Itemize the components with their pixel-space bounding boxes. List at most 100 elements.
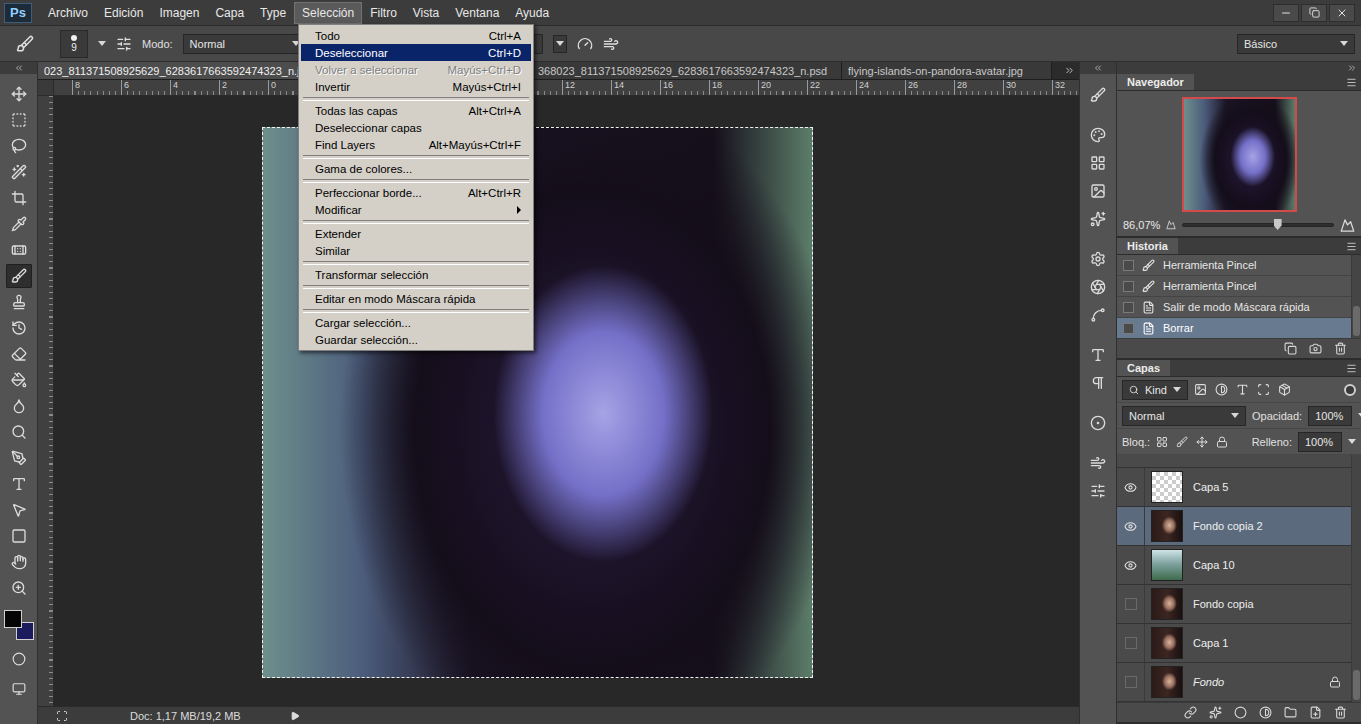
healing-brush-icon[interactable] xyxy=(11,242,27,258)
close-button[interactable] xyxy=(1329,4,1355,22)
dock-button[interactable] xyxy=(1085,150,1111,176)
panel-tab[interactable]: Navegador xyxy=(1117,74,1194,90)
menu-title[interactable]: Edición xyxy=(96,2,151,24)
dock-button[interactable] xyxy=(1085,370,1111,396)
pressure-opacity-icon[interactable] xyxy=(577,36,593,52)
snapshot-icon[interactable] xyxy=(1309,342,1322,355)
adjustments-icon[interactable] xyxy=(1090,251,1106,267)
effects-icon[interactable] xyxy=(1090,211,1106,227)
hidden-box[interactable] xyxy=(1125,637,1137,649)
screen-mode-button[interactable] xyxy=(6,678,32,700)
menu-item[interactable]: Extender xyxy=(301,225,531,242)
eye-icon[interactable] xyxy=(1124,559,1137,572)
eye-icon[interactable] xyxy=(1124,481,1137,494)
lock-position-icon[interactable] xyxy=(1196,436,1208,448)
menu-item[interactable]: InvertirMayús+Ctrl+I xyxy=(301,78,531,95)
eyedropper-icon[interactable] xyxy=(11,216,27,232)
visibility-toggle[interactable] xyxy=(1117,663,1145,701)
tool-button[interactable] xyxy=(6,264,32,288)
menu-item[interactable]: Transformar selección xyxy=(301,266,531,283)
status-arrow-icon[interactable] xyxy=(290,711,300,721)
brush-size-picker[interactable]: 9 xyxy=(60,30,88,58)
history-source-box[interactable] xyxy=(1123,302,1134,313)
pixel-filter-icon[interactable] xyxy=(1194,383,1207,396)
dock-button[interactable] xyxy=(1085,410,1111,436)
hidden-box[interactable] xyxy=(1125,598,1137,610)
menu-item[interactable]: Similar xyxy=(301,242,531,259)
zoom-in-icon[interactable] xyxy=(1340,218,1355,233)
document-tab[interactable]: flying-islands-on-pandora-avatar.jpg xyxy=(842,62,1052,79)
airbrush-icon[interactable] xyxy=(603,36,619,52)
tool-button[interactable] xyxy=(6,342,32,366)
tool-button[interactable] xyxy=(6,82,32,106)
channels-icon[interactable] xyxy=(1090,415,1106,431)
tool-button[interactable] xyxy=(6,160,32,184)
adjustment-icon[interactable] xyxy=(1259,706,1272,719)
dock-button[interactable] xyxy=(1085,342,1111,368)
menu-title[interactable]: Type xyxy=(252,2,294,24)
workspace-dropdown[interactable]: Básico xyxy=(1237,34,1355,54)
history-row[interactable]: Herramienta Pincel xyxy=(1117,276,1351,297)
tool-presets-icon[interactable] xyxy=(1090,455,1106,471)
menu-item[interactable]: Cargar selección... xyxy=(301,314,531,331)
menu-title[interactable]: Ventana xyxy=(447,2,507,24)
hidden-box[interactable] xyxy=(1125,676,1137,688)
dock-button[interactable] xyxy=(1085,478,1111,504)
properties-icon[interactable] xyxy=(1090,483,1106,499)
dock-button[interactable] xyxy=(1085,178,1111,204)
filter-toggle[interactable] xyxy=(1344,384,1356,396)
zoom-status-icon[interactable] xyxy=(56,710,68,722)
magic-wand-icon[interactable] xyxy=(11,164,27,180)
path-selection-icon[interactable] xyxy=(11,502,27,518)
layer-row[interactable]: Capa 5 xyxy=(1117,468,1351,507)
menu-item[interactable]: DeseleccionarCtrl+D xyxy=(301,44,531,61)
tool-button[interactable] xyxy=(6,316,32,340)
new-document-icon[interactable] xyxy=(1284,342,1297,355)
tool-button[interactable] xyxy=(6,576,32,600)
shape-filter-icon[interactable] xyxy=(1257,383,1270,396)
collapse-icon[interactable] xyxy=(14,63,24,73)
type-filter-icon[interactable] xyxy=(1236,383,1249,396)
vertical-ruler[interactable] xyxy=(38,96,54,706)
menu-title[interactable]: Ayuda xyxy=(507,2,557,24)
rectangle-icon[interactable] xyxy=(11,528,27,544)
dock-button[interactable] xyxy=(1085,122,1111,148)
tabs-overflow[interactable] xyxy=(1059,62,1079,79)
menu-icon[interactable] xyxy=(1346,77,1357,88)
panel-menu[interactable] xyxy=(1346,238,1357,254)
eraser-icon[interactable] xyxy=(11,346,27,362)
dock-button[interactable] xyxy=(1085,246,1111,272)
panel-tab[interactable]: Capas xyxy=(1117,360,1170,376)
move-icon[interactable] xyxy=(11,86,27,102)
foreground-color[interactable] xyxy=(4,610,22,628)
restore-icon[interactable] xyxy=(1309,7,1320,18)
tool-button[interactable] xyxy=(6,368,32,392)
history-scrollbar[interactable] xyxy=(1351,255,1361,338)
tool-button[interactable] xyxy=(6,550,32,574)
blend-mode-dropdown[interactable]: Normal xyxy=(1122,406,1246,426)
dock-button[interactable] xyxy=(1085,450,1111,476)
scroll-thumb[interactable] xyxy=(1353,670,1360,700)
layer-row[interactable]: Fondo xyxy=(1117,663,1351,702)
group-icon[interactable] xyxy=(1284,706,1297,719)
menu-item[interactable]: Modificar xyxy=(301,201,531,218)
panels-collapse[interactable] xyxy=(1117,62,1361,74)
tool-button[interactable] xyxy=(6,290,32,314)
menu-title[interactable]: Imagen xyxy=(151,2,207,24)
zoom-value[interactable]: 86,07% xyxy=(1123,219,1160,231)
history-source-box[interactable] xyxy=(1123,281,1134,292)
dodge-icon[interactable] xyxy=(11,424,27,440)
mode-dropdown[interactable]: Normal xyxy=(183,34,307,54)
tool-button[interactable] xyxy=(6,420,32,444)
tools-collapse[interactable] xyxy=(0,62,37,74)
layer-row[interactable]: Capa 1 xyxy=(1117,624,1351,663)
paint-bucket-icon[interactable] xyxy=(11,372,27,388)
menu-item[interactable]: TodoCtrl+A xyxy=(301,27,531,44)
minimize-icon[interactable] xyxy=(1280,7,1292,19)
dock-button[interactable] xyxy=(1085,206,1111,232)
layers-scrollbar[interactable] xyxy=(1351,455,1361,702)
quick-mask-button[interactable] xyxy=(6,648,32,670)
ruler-corner[interactable] xyxy=(38,80,54,95)
history-row[interactable]: Salir de modo Máscara rápida xyxy=(1117,297,1351,318)
panel-tab[interactable]: Historia xyxy=(1117,238,1178,254)
